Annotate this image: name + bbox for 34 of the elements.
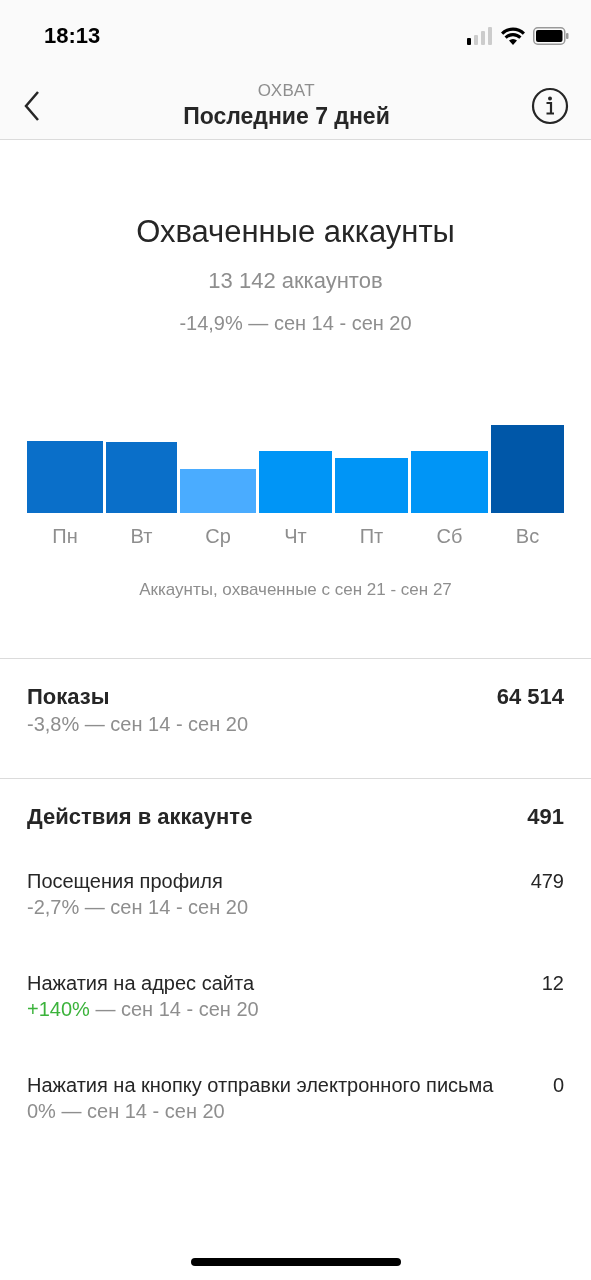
change-text: 0% — сен 14 - сен 20 [27, 1099, 226, 1123]
signal-icon [467, 27, 493, 45]
metric-value: 479 [530, 868, 564, 894]
day-label: Вт [129, 525, 154, 548]
header-overline: ОХВАТ [257, 81, 316, 101]
day-label: Пт [358, 525, 385, 548]
day-label: Чт [283, 525, 308, 548]
metric-label: Показы [27, 683, 110, 711]
chart-bar [106, 442, 177, 513]
metric-value: 12 [541, 970, 564, 996]
accounts-count: 13 142 аккаунтов [208, 268, 383, 294]
metric-label: Действия в аккаунте [27, 803, 253, 831]
back-button[interactable] [22, 89, 42, 122]
header-title: Последние 7 дней [183, 103, 390, 130]
change-text: -3,8% — сен 14 - сен 20 [27, 712, 250, 736]
wifi-icon [501, 27, 525, 45]
day-label: Сб [435, 525, 464, 548]
change-text: +140% — сен 14 - сен 20 [27, 997, 260, 1021]
metric-value: 0 [552, 1072, 564, 1098]
change-text: -2,7% — сен 14 - сен 20 [27, 895, 250, 919]
info-button[interactable] [531, 86, 569, 125]
battery-icon [533, 27, 569, 45]
day-label: Ср [204, 525, 232, 548]
metric-label: Нажатия на кнопку отправки электронного письма [27, 1072, 494, 1098]
section-title: Охваченные аккаунты [136, 214, 455, 250]
status-time: 18:13 [44, 23, 101, 49]
metric-label: Нажатия на адрес сайта [27, 970, 255, 996]
day-label: Пн [51, 525, 79, 548]
chart-caption: Аккаунты, охваченные с сен 21 - сен 27 [139, 580, 452, 600]
change-text: -14,9% — сен 14 - сен 20 [179, 312, 412, 335]
day-label: Вс [514, 525, 541, 548]
metric-label: Посещения профиля [27, 868, 223, 894]
metric-value: 491 [527, 803, 564, 831]
metric-value: 64 514 [496, 683, 564, 711]
